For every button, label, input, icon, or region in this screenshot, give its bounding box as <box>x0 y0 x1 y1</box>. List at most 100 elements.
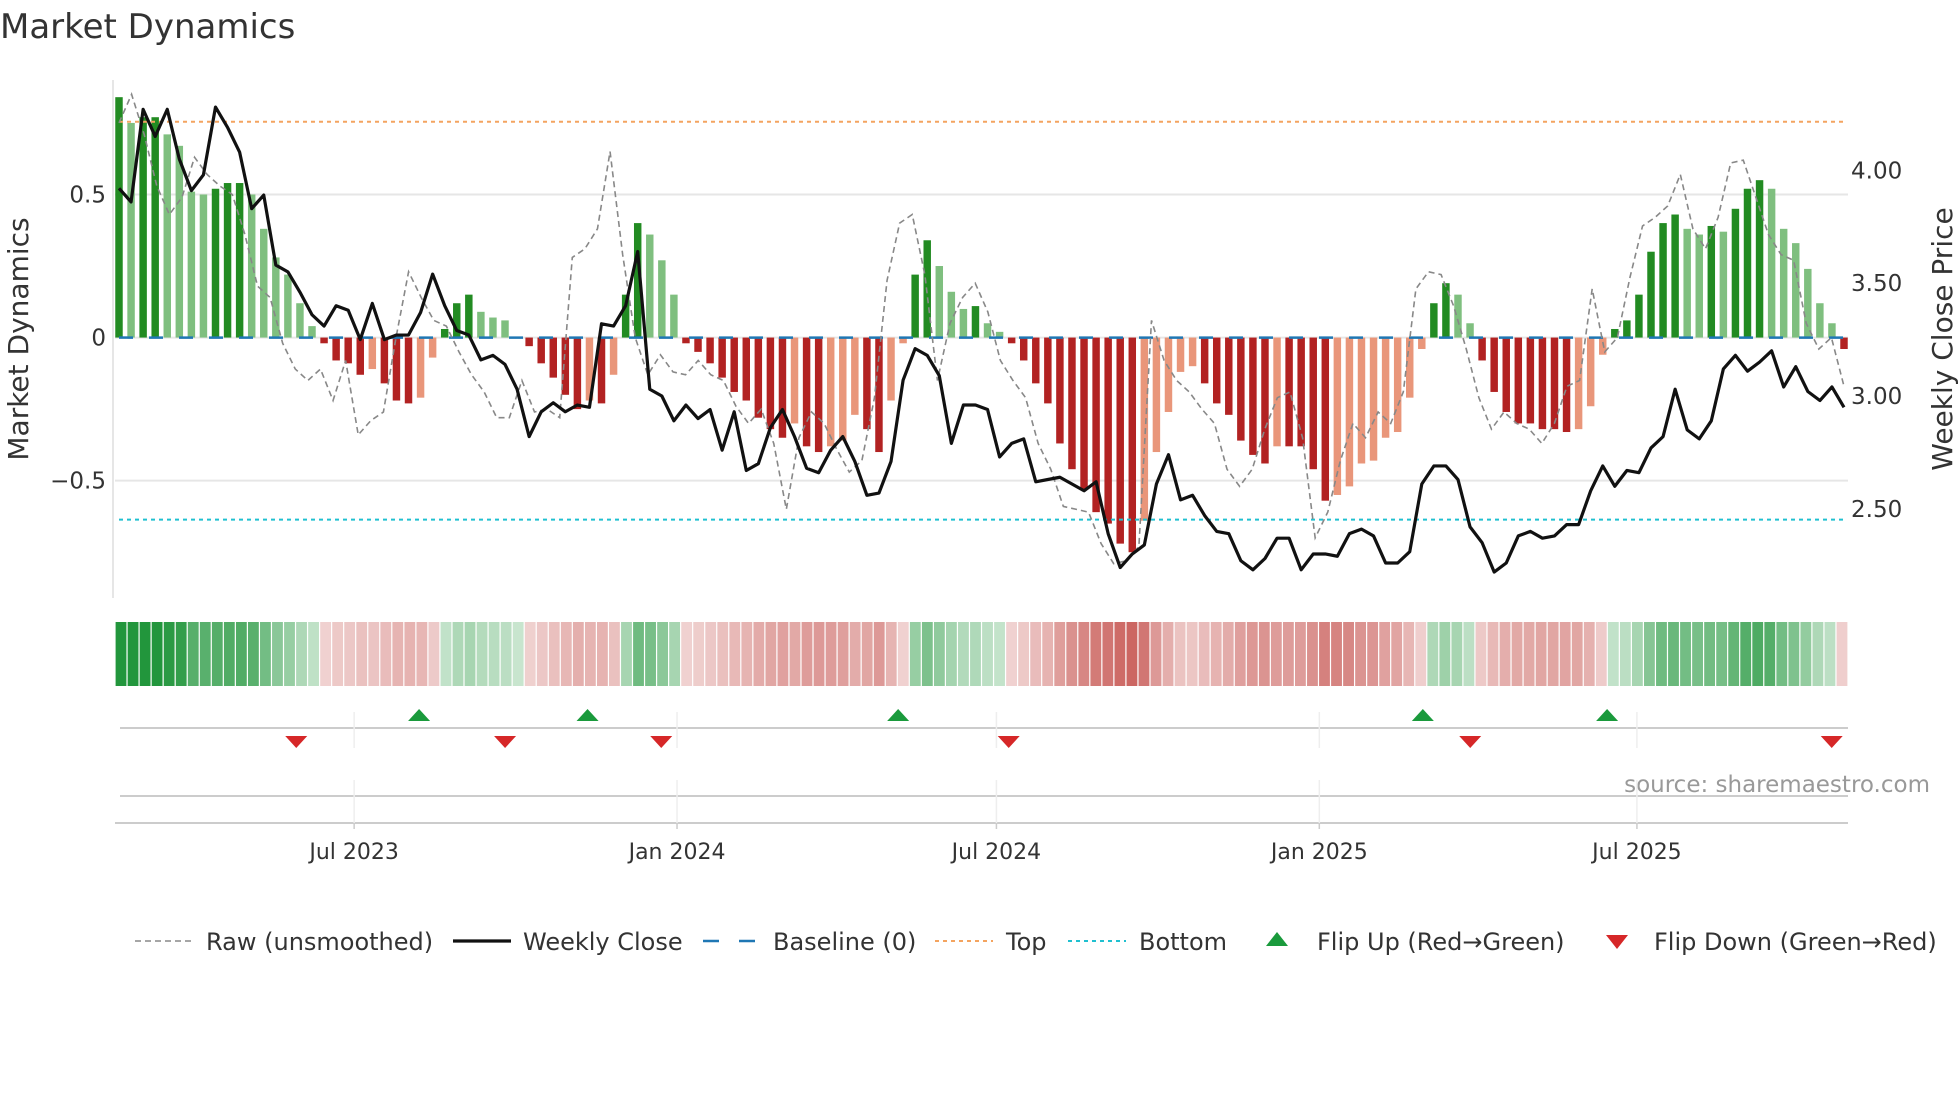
regime-strip-cell <box>994 622 1005 686</box>
flip-up-marker <box>887 709 910 721</box>
legend-label-up: Flip Up (Red→Green) <box>1317 928 1565 956</box>
market-dynamics-bar <box>935 266 944 338</box>
regime-strip-cell <box>1415 622 1427 686</box>
regime-strip-cell <box>645 622 656 686</box>
market-dynamics-bar <box>296 303 304 338</box>
market-dynamics-bar <box>609 337 618 375</box>
regime-strip-cell <box>368 622 380 686</box>
regime-strip-cell <box>1186 622 1198 686</box>
market-dynamics-bar <box>1466 323 1474 338</box>
market-dynamics-bar <box>549 337 557 378</box>
y-tick-label: −0.5 <box>50 469 106 495</box>
market-dynamics-bar <box>1237 337 1245 441</box>
regime-strip-cell <box>1607 622 1619 686</box>
market-dynamics-bar <box>428 337 437 358</box>
regime-strip-cell <box>729 622 741 686</box>
regime-strip-cell <box>849 622 861 686</box>
regime-strip-cell <box>777 622 789 686</box>
market-dynamics-bar <box>658 260 666 338</box>
market-dynamics-bar <box>1755 180 1764 338</box>
regime-strip-cell <box>199 622 211 686</box>
y-right-tick-label: 3.50 <box>1851 271 1902 297</box>
regime-strip-cell <box>921 622 933 686</box>
y-tick-label: 0 <box>91 326 106 352</box>
regime-strip-cell <box>247 622 259 686</box>
regime-strip-cell <box>1198 622 1210 686</box>
market-dynamics-bar <box>1635 294 1643 338</box>
market-dynamics-bar <box>1767 188 1776 338</box>
regime-strip-cell <box>1379 622 1391 686</box>
x-tick-label: Jan 2024 <box>627 840 726 865</box>
market-dynamics-bar <box>1659 223 1667 338</box>
market-dynamics-bar <box>1369 337 1378 461</box>
regime-strip-cell <box>741 622 753 686</box>
regime-strip-cell <box>1463 622 1475 686</box>
market-dynamics-bar <box>742 337 751 401</box>
market-dynamics-bar <box>199 194 208 338</box>
market-dynamics-bar <box>235 183 244 338</box>
market-dynamics-bar <box>778 337 787 438</box>
market-dynamics-bar <box>284 274 292 338</box>
regime-strip-cell <box>1439 622 1451 686</box>
regime-strip-cell <box>861 622 873 686</box>
market-dynamics-bar <box>875 337 883 453</box>
market-dynamics-bar <box>1188 337 1197 367</box>
regime-strip-cell <box>1270 622 1282 686</box>
regime-strip-cell <box>1018 622 1030 686</box>
regime-strip-cell <box>1078 622 1090 686</box>
regime-strip-cell <box>1403 622 1415 686</box>
market-dynamics-bar <box>320 337 328 344</box>
market-dynamics-bar <box>682 337 690 344</box>
x-tick-label: Jan 2025 <box>1269 840 1368 865</box>
market-dynamics-bar <box>1804 268 1812 338</box>
flip-down-marker <box>285 736 308 748</box>
market-dynamics-bar <box>1249 337 1257 455</box>
regime-strip-cell <box>1427 622 1439 686</box>
regime-strip-cell <box>488 622 500 686</box>
market-dynamics-bar <box>1212 337 1221 404</box>
market-dynamics-bar <box>1538 337 1547 430</box>
legend-label-close: Weekly Close <box>523 928 683 956</box>
regime-strip-cell <box>1776 622 1788 686</box>
market-dynamics-bar <box>1719 231 1728 338</box>
market-dynamics-bar <box>1357 337 1366 464</box>
regime-strip-cell <box>609 622 620 686</box>
regime-strip-cell <box>308 622 319 686</box>
regime-strip-cell <box>1355 622 1367 686</box>
regime-strip-cell <box>1282 622 1294 686</box>
market-dynamics-bar <box>356 337 364 375</box>
y-right-tick-label: 4.00 <box>1851 158 1902 184</box>
regime-strip-cell <box>621 622 632 686</box>
regime-strip-cell <box>1102 622 1114 686</box>
market-dynamics-bar <box>1514 337 1523 424</box>
regime-strip-cell <box>1319 622 1330 686</box>
regime-strip-cell <box>1295 622 1306 686</box>
regime-strip-cell <box>1619 622 1631 686</box>
market-dynamics-bar <box>1779 228 1788 338</box>
regime-strip-cell <box>320 622 332 686</box>
legend-label-raw: Raw (unsmoothed) <box>206 928 433 956</box>
regime-strip-cell <box>1644 622 1655 686</box>
market-dynamics-bar <box>1647 251 1655 338</box>
market-dynamics-bar <box>1321 337 1330 501</box>
market-dynamics-bar <box>1743 188 1752 338</box>
market-dynamics-bar <box>175 145 184 338</box>
market-dynamics-bar <box>1683 228 1691 338</box>
y-axis-label: Market Dynamics <box>2 217 35 460</box>
x-tick-label: Jul 2023 <box>307 840 399 865</box>
market-dynamics-bar <box>489 317 497 338</box>
market-dynamics-bar <box>1176 337 1185 372</box>
market-dynamics-bar <box>1152 337 1161 453</box>
x-tick-label: Jul 2024 <box>950 840 1042 865</box>
market-dynamics-bar <box>911 274 919 338</box>
regime-strip-cell <box>1836 622 1848 686</box>
market-dynamics-bar <box>851 337 859 415</box>
market-dynamics-bar <box>1164 337 1173 412</box>
regime-strip-cell <box>151 622 163 686</box>
market-dynamics-bar <box>971 306 980 338</box>
flip-up-marker <box>1411 709 1434 721</box>
regime-strip-cell <box>1222 622 1234 686</box>
market-dynamics-bar <box>1840 337 1848 350</box>
regime-strip-cell <box>235 622 247 686</box>
chart-title: Market Dynamics <box>0 7 295 47</box>
